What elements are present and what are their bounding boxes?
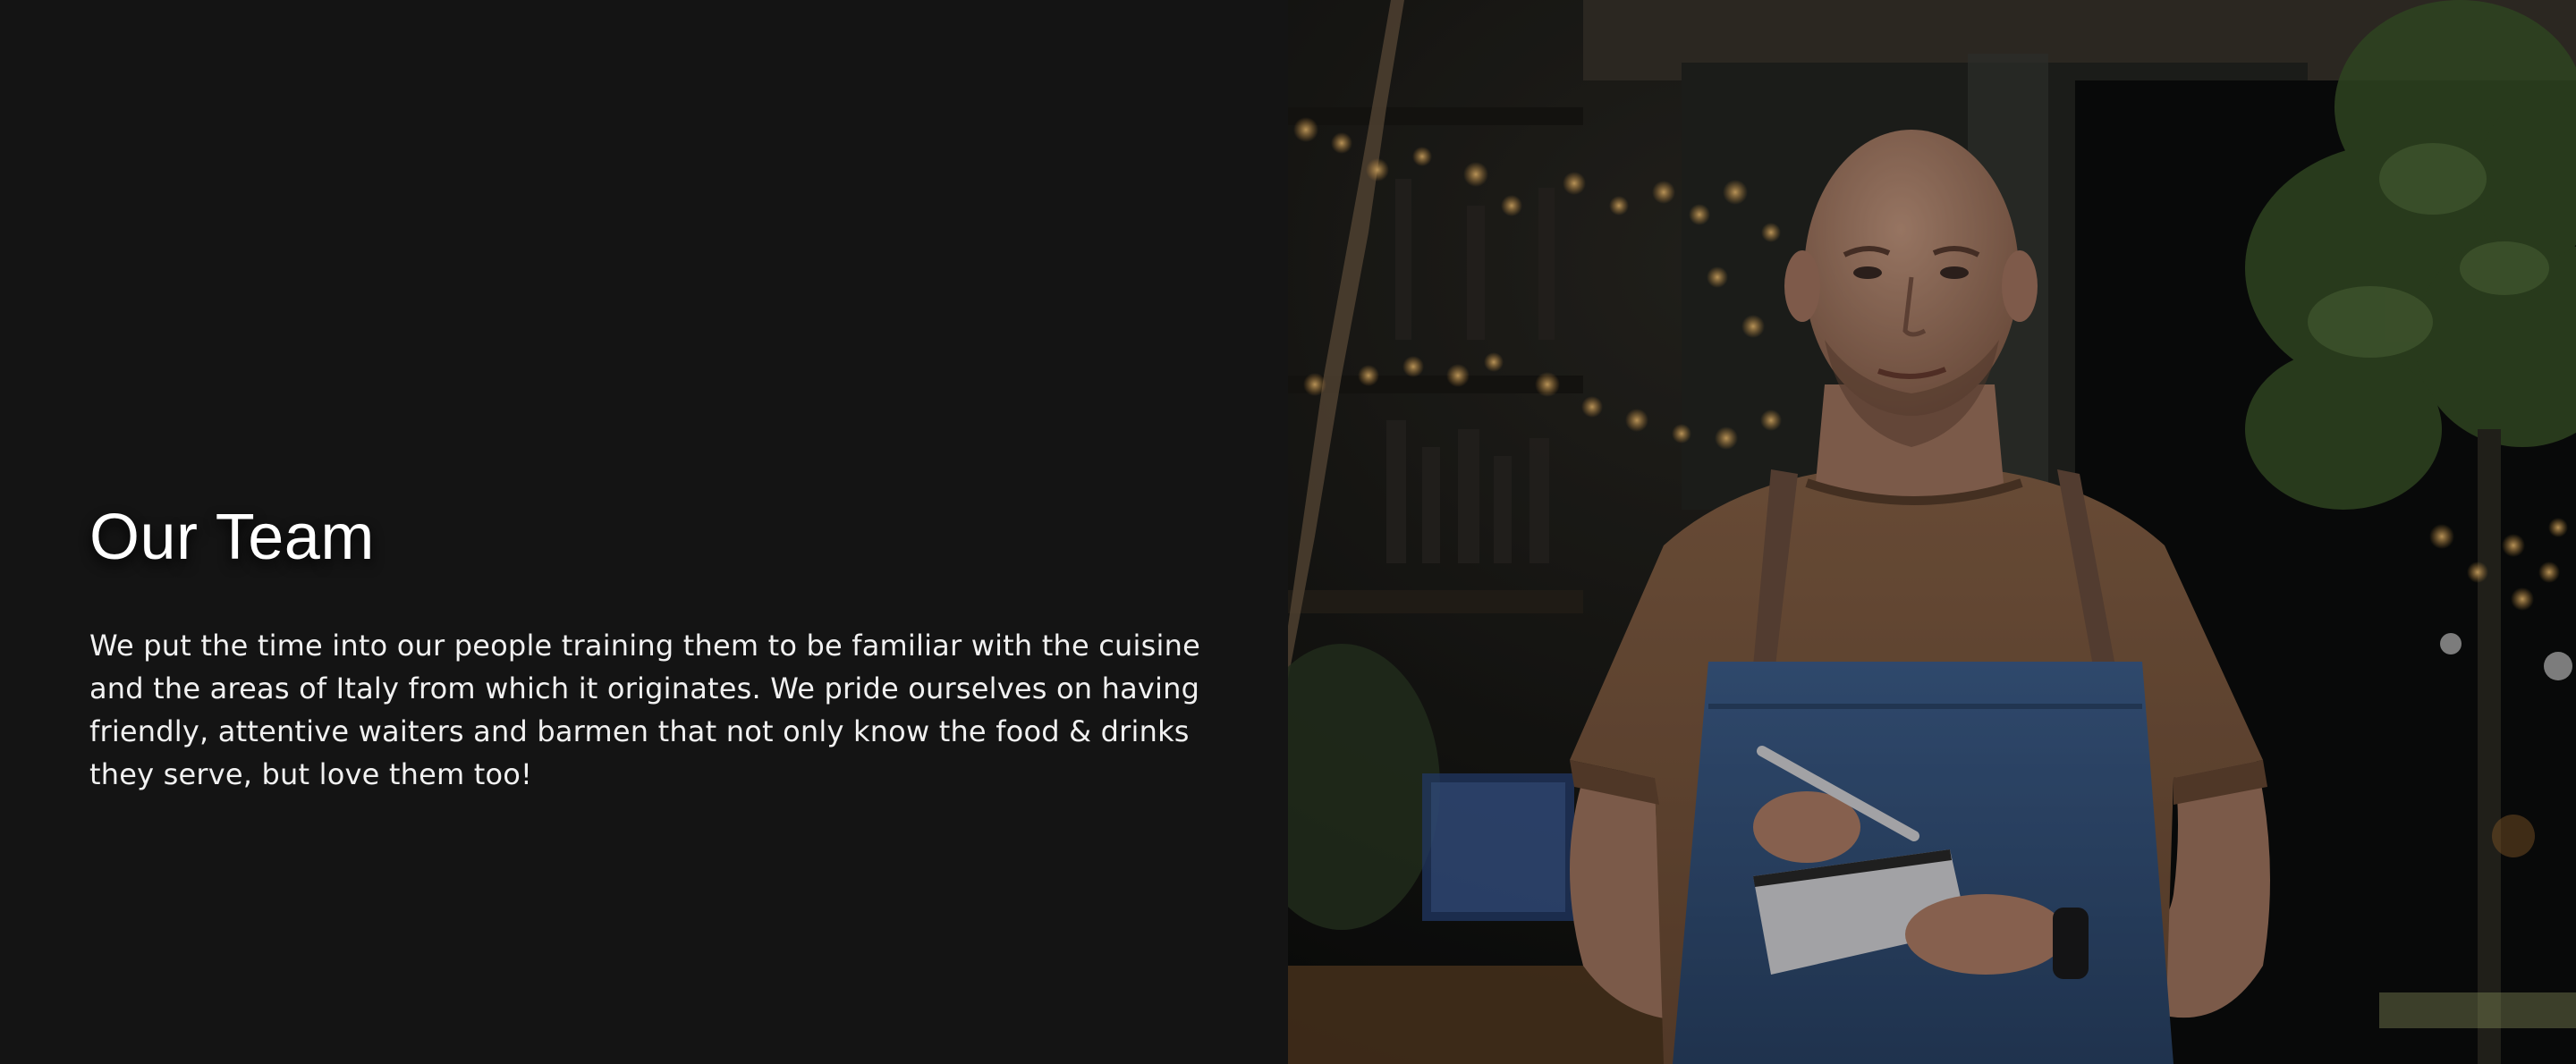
section-title: Our Team [89, 502, 375, 573]
waiter-photo [1288, 0, 2576, 1064]
our-team-section: Our Team We put the time into our people… [0, 0, 2576, 1064]
text-block: Our Team We put the time into our people… [89, 501, 1208, 796]
section-description: We put the time into our people training… [89, 628, 1200, 791]
team-photo-panel [1288, 0, 2576, 1064]
text-panel: Our Team We put the time into our people… [0, 0, 1288, 1064]
